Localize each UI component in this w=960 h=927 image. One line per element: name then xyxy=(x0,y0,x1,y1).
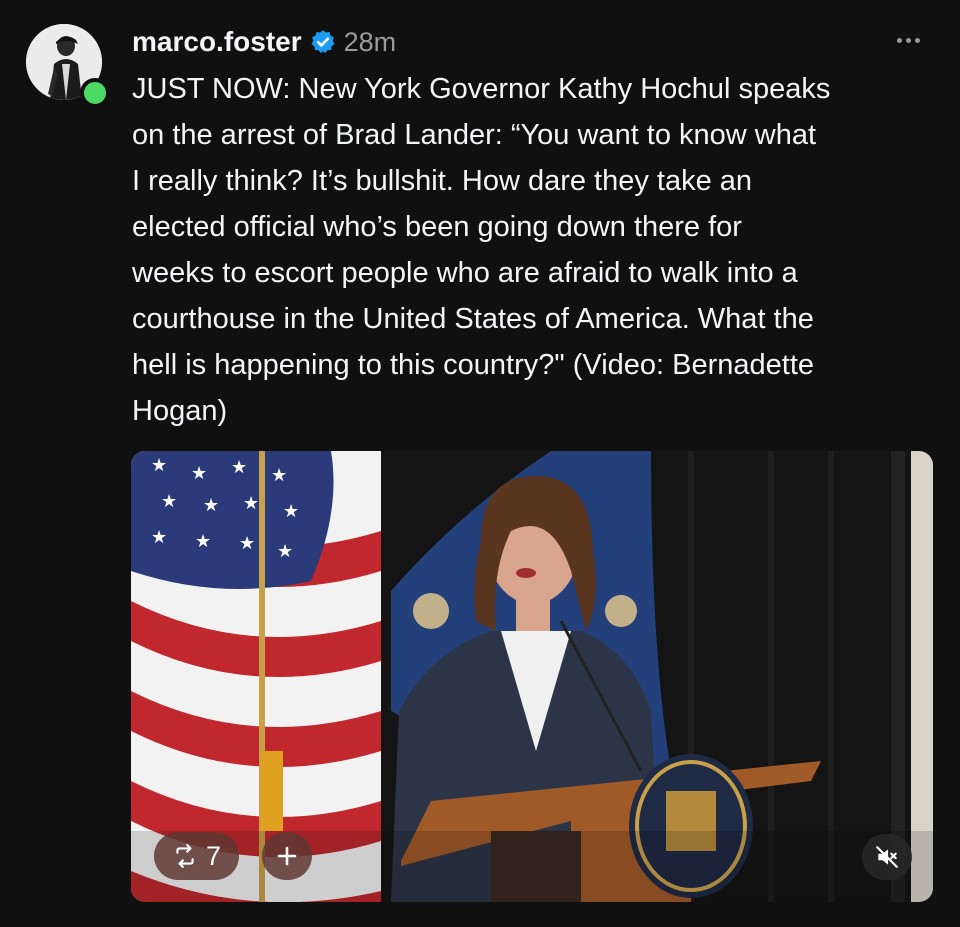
svg-text:★: ★ xyxy=(239,533,255,554)
post-video[interactable]: ★ ★ ★ ★ ★ ★ ★ ★ ★ ★ ★ ★ xyxy=(131,451,933,902)
repost-button[interactable]: 7 xyxy=(154,832,240,880)
add-button[interactable] xyxy=(262,832,312,880)
svg-text:★: ★ xyxy=(195,531,211,552)
svg-text:★: ★ xyxy=(283,501,299,522)
username[interactable]: marco.foster xyxy=(132,26,302,58)
avatar-wrap[interactable] xyxy=(26,24,110,108)
post-text-line: Hogan) xyxy=(132,395,228,427)
svg-text:★: ★ xyxy=(191,463,207,484)
verified-badge-icon xyxy=(311,30,335,54)
post-text-line: weeks to escort people who are afraid to… xyxy=(132,257,798,289)
muted-speaker-icon xyxy=(876,846,898,868)
online-status-indicator xyxy=(80,78,110,108)
post-text-line: elected official who’s been going down t… xyxy=(132,211,742,243)
svg-text:★: ★ xyxy=(203,495,219,516)
more-options-icon-dot xyxy=(905,37,911,43)
more-options-icon xyxy=(896,37,902,43)
post-text-line: I really think? It’s bullshit. How dare … xyxy=(132,165,753,197)
post-text-line: hell is happening to this country?" (Vid… xyxy=(132,349,815,381)
plus-icon xyxy=(277,846,297,866)
post-time: 28m xyxy=(343,26,397,57)
post-text-line: on the arrest of Brad Lander: “You want … xyxy=(132,119,817,151)
repost-count: 7 xyxy=(206,840,222,871)
svg-text:★: ★ xyxy=(151,527,167,548)
repost-icon xyxy=(176,844,194,868)
svg-text:★: ★ xyxy=(271,465,287,486)
post-text: JUST NOW: New York Governor Kathy Hochul… xyxy=(132,66,940,434)
svg-text:★: ★ xyxy=(151,455,167,476)
post-text-line: courthouse in the United States of Ameri… xyxy=(132,303,814,335)
svg-text:★: ★ xyxy=(277,541,293,562)
post-header: marco.foster 28m xyxy=(132,22,396,62)
mute-toggle-button[interactable] xyxy=(862,834,912,880)
video-frame: ★ ★ ★ ★ ★ ★ ★ ★ ★ ★ ★ ★ xyxy=(131,451,933,902)
more-options-button[interactable] xyxy=(888,26,928,54)
post-text-line: JUST NOW: New York Governor Kathy Hochul… xyxy=(132,73,831,105)
svg-text:★: ★ xyxy=(231,457,247,478)
svg-text:★: ★ xyxy=(243,493,259,514)
more-options-icon-dot xyxy=(914,37,920,43)
svg-text:★: ★ xyxy=(161,491,177,512)
